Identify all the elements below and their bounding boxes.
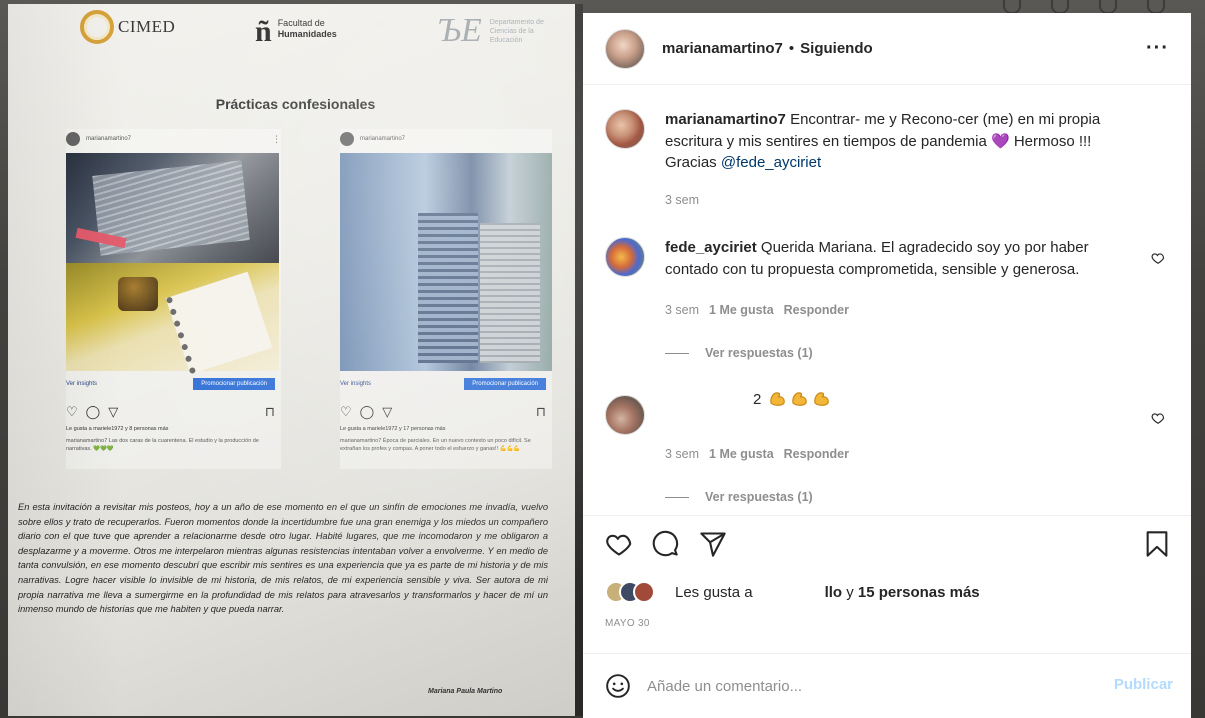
- mini-share-icon: ▽: [382, 404, 393, 419]
- comment-item: 2 3 sem 1 Me gusta Responder Ver respues…: [605, 391, 1165, 515]
- flexed-biceps-icon: [813, 392, 829, 406]
- dce-mark-icon: ЪE: [438, 12, 482, 49]
- post-image[interactable]: CIMED ñ Facultad de Humanidades ЪE Depar…: [8, 4, 583, 716]
- mini-share-icon: ▽: [108, 404, 119, 419]
- humanidades-logo: ñ Facultad de Humanidades: [255, 15, 337, 48]
- mini-bookmark-icon: ⊓: [535, 404, 546, 419]
- mini-comment-icon: ◯: [359, 404, 375, 419]
- post-date[interactable]: MAYO 30: [605, 618, 650, 629]
- fh-line2: Humanidades: [277, 29, 337, 39]
- mini-comment-icon: ◯: [85, 404, 101, 419]
- fh-line1: Facultad de: [277, 18, 325, 28]
- more-options-icon[interactable]: ···: [1146, 37, 1169, 60]
- mini-likes: Le gusta a mariele1972 y 8 personas más: [66, 426, 169, 432]
- flexed-biceps-icon: [791, 392, 807, 406]
- poster-signature: Mariana Paula Martino: [428, 688, 503, 695]
- following-button[interactable]: Siguiendo: [800, 40, 873, 57]
- photo-edge: [575, 4, 583, 716]
- background-nav-icons: [1003, 0, 1165, 14]
- replies-line: [665, 352, 689, 354]
- poster-mini-post-1: marianamartino7 ⋮ Ver insights Promocion…: [66, 129, 281, 469]
- comment-likes[interactable]: 1 Me gusta: [709, 303, 774, 317]
- mini-username: marianamartino7: [86, 136, 132, 142]
- post-action-bar: [583, 515, 1191, 577]
- mini-heart-icon: ♡: [340, 404, 352, 419]
- mini-action-icons: ♡ ◯ ▽ ⊓: [66, 404, 281, 420]
- bookmark-icon[interactable]: [1143, 530, 1171, 558]
- mini-bookmark-icon: ⊓: [264, 404, 275, 419]
- mini-avatar: [340, 132, 354, 146]
- view-replies-label: Ver respuestas (1): [705, 490, 813, 504]
- caption-comment: marianamartino7 Encontrar- me y Recono-c…: [605, 109, 1165, 229]
- poster-body-text: En esta invitación a revisitar mis poste…: [18, 502, 548, 615]
- mini-caption: marianamartino7 Época de parciales. En u…: [340, 438, 531, 452]
- liker-username[interactable]: llo: [825, 584, 843, 601]
- poster-title: Prácticas confesionales: [215, 96, 376, 112]
- header-separator: •: [788, 40, 795, 57]
- cimed-logo: CIMED: [80, 10, 175, 44]
- add-comment-bar: Publicar: [583, 653, 1191, 718]
- mini-insights-link: Ver insights: [340, 381, 372, 387]
- publish-button[interactable]: Publicar: [1114, 676, 1173, 693]
- liker-avatars[interactable]: [605, 581, 655, 603]
- mini-heart-icon: ♡: [66, 404, 78, 419]
- mini-likes: Le gusta a mariele1972 y 17 personas más: [340, 426, 446, 432]
- dce-line3: Educación: [489, 36, 523, 44]
- fh-mark-icon: ñ: [255, 15, 272, 48]
- author-username[interactable]: marianamartino7: [662, 40, 783, 57]
- mini-caption: marianamartino7 Las dos caras de la cuar…: [66, 438, 259, 452]
- commenter-avatar[interactable]: [605, 109, 645, 149]
- comment-input[interactable]: [647, 677, 1087, 695]
- post-detail-panel: marianamartino7 • Siguiendo ··· marianam…: [583, 13, 1191, 718]
- reply-button[interactable]: Responder: [784, 303, 849, 317]
- cimed-ring-icon: [80, 10, 114, 44]
- comment-item: fede_ayciriet Querida Mariana. El agrade…: [605, 237, 1165, 360]
- mini-photo-notes: [66, 153, 279, 263]
- paper-plane-icon[interactable]: [699, 530, 727, 558]
- comment-time[interactable]: 3 sem: [665, 193, 699, 207]
- comment-time[interactable]: 3 sem: [665, 303, 699, 317]
- smiley-face-icon[interactable]: [605, 673, 631, 699]
- view-replies-button[interactable]: Ver respuestas (1): [665, 346, 813, 360]
- dce-line1: Departamento de: [489, 18, 544, 26]
- likes-others-link[interactable]: 15 personas más: [858, 584, 980, 601]
- comment-username[interactable]: fede_ayciriet: [665, 239, 757, 256]
- poster-mini-post-2: marianamartino7 Ver insights Promocionar…: [340, 129, 552, 469]
- commenter-avatar[interactable]: [605, 237, 645, 277]
- view-replies-button[interactable]: Ver respuestas (1): [665, 490, 813, 504]
- mini-promote-button: Promocionar publicación: [193, 378, 275, 390]
- mini-more-icon: ⋮: [272, 133, 281, 144]
- comment-username[interactable]: marianamartino7: [665, 111, 786, 128]
- poster-logos: CIMED ñ Facultad de Humanidades ЪE Depar…: [8, 4, 583, 64]
- mini-photo-notebook: [66, 263, 279, 371]
- mini-avatar: [66, 132, 80, 146]
- comment-time[interactable]: 3 sem: [665, 447, 699, 461]
- reply-button[interactable]: Responder: [784, 447, 849, 461]
- comments-list[interactable]: marianamartino7 Encontrar- me y Recono-c…: [583, 85, 1191, 515]
- mini-promote-button: Promocionar publicación: [464, 378, 546, 390]
- likes-and: y: [846, 583, 854, 601]
- comment-like-icon[interactable]: [1151, 251, 1165, 265]
- post-header: marianamartino7 • Siguiendo ···: [583, 13, 1191, 85]
- mention-link[interactable]: @fede_ayciriet: [721, 154, 821, 171]
- heart-outline-icon[interactable]: [605, 530, 633, 558]
- comment-likes[interactable]: 1 Me gusta: [709, 447, 774, 461]
- likes-summary: Les gusta a llo y 15 personas más: [605, 580, 980, 604]
- mini-username: marianamartino7: [360, 136, 406, 142]
- dce-line2: Ciencias de la: [489, 27, 534, 35]
- mini-action-icons: ♡ ◯ ▽ ⊓: [340, 404, 552, 420]
- comment-text: 2: [753, 391, 762, 408]
- mini-photo-screen: [340, 153, 552, 371]
- author-avatar[interactable]: [605, 28, 645, 69]
- commenter-avatar[interactable]: [605, 395, 645, 435]
- replies-line: [665, 496, 689, 498]
- likes-prefix: Les gusta a: [675, 583, 753, 601]
- view-replies-label: Ver respuestas (1): [705, 346, 813, 360]
- speech-bubble-icon[interactable]: [651, 530, 679, 558]
- flexed-biceps-icon: [769, 392, 785, 406]
- dce-logo: ЪE Departamento de Ciencias de la Educac…: [438, 14, 544, 48]
- mini-insights-link: Ver insights: [66, 381, 98, 387]
- comment-like-icon[interactable]: [1151, 411, 1165, 425]
